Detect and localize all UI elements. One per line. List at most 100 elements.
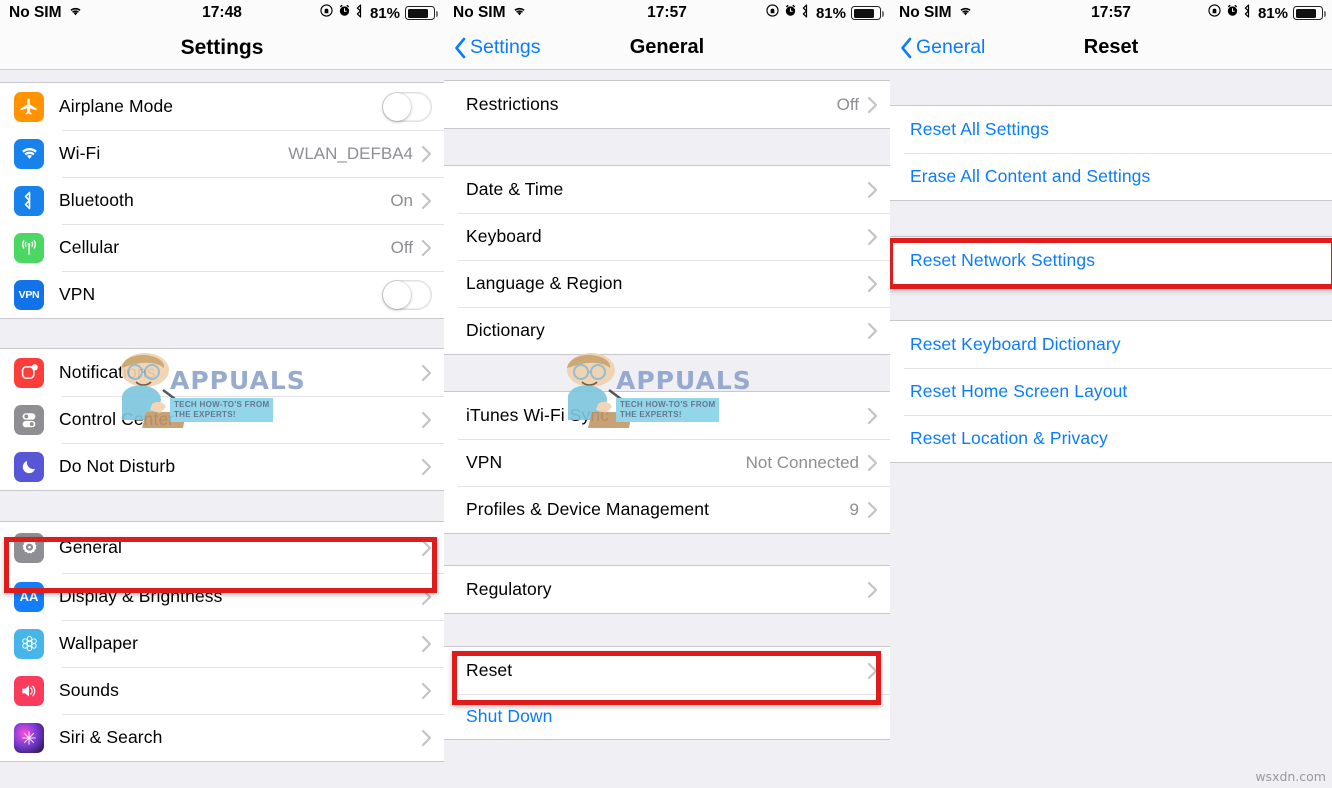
chevron-right-icon xyxy=(421,239,432,257)
back-button-label: General xyxy=(916,36,986,58)
moon-icon xyxy=(14,451,44,482)
row-label: Reset Location & Privacy xyxy=(910,428,1108,448)
alarm-clock-icon xyxy=(784,4,797,22)
battery-icon xyxy=(851,6,884,20)
row-label: Reset Keyboard Dictionary xyxy=(910,334,1121,354)
phone-screen-settings: No SIM 17:48 81% Settings Airplane Mode … xyxy=(0,0,444,788)
row-language-region[interactable]: Language & Region xyxy=(444,260,890,307)
row-notifications[interactable]: Notifications xyxy=(0,349,444,396)
reset-list[interactable]: Reset All Settings Erase All Content and… xyxy=(890,70,1332,788)
battery-percent-label: 81% xyxy=(1257,4,1288,22)
airplane-icon xyxy=(14,91,44,122)
row-reset-all-settings[interactable]: Reset All Settings xyxy=(890,106,1332,153)
chevron-right-icon xyxy=(421,539,432,557)
row-profiles-device-management[interactable]: Profiles & Device Management 9 xyxy=(444,486,890,533)
row-control-center[interactable]: Control Center xyxy=(0,396,444,443)
row-reset-keyboard-dictionary[interactable]: Reset Keyboard Dictionary xyxy=(890,321,1332,368)
row-reset-network-settings[interactable]: Reset Network Settings xyxy=(890,237,1332,284)
restrictions-state-value: Off xyxy=(836,94,859,114)
status-bar-left: No SIM xyxy=(453,4,527,22)
rotation-lock-icon xyxy=(766,4,779,22)
row-label: Sounds xyxy=(59,680,119,700)
row-do-not-disturb[interactable]: Do Not Disturb xyxy=(0,443,444,490)
row-dictionary[interactable]: Dictionary xyxy=(444,307,890,354)
row-label: Wi-Fi xyxy=(59,143,101,163)
row-label: iTunes Wi-Fi Sync xyxy=(466,405,610,425)
row-label: Reset xyxy=(466,660,513,680)
notifications-icon xyxy=(14,357,44,388)
general-list[interactable]: Restrictions Off Date & Time Keyboard La… xyxy=(444,70,890,788)
status-bar: No SIM 17:57 81% xyxy=(890,0,1332,26)
siri-icon xyxy=(14,722,44,753)
control-center-icon xyxy=(14,404,44,435)
row-keyboard[interactable]: Keyboard xyxy=(444,213,890,260)
site-watermark: wsxdn.com xyxy=(1255,769,1326,784)
row-regulatory[interactable]: Regulatory xyxy=(444,566,890,613)
row-label: Dictionary xyxy=(466,320,545,340)
settings-list[interactable]: Airplane Mode Wi-Fi WLAN_DEFBA4 Bluetoot… xyxy=(0,70,444,788)
reset-group-other: Reset Keyboard Dictionary Reset Home Scr… xyxy=(890,320,1332,463)
row-reset-home-screen-layout[interactable]: Reset Home Screen Layout xyxy=(890,368,1332,415)
chevron-right-icon xyxy=(421,145,432,163)
general-group-regulatory: Regulatory xyxy=(444,565,890,614)
row-siri-search[interactable]: Siri & Search xyxy=(0,714,444,761)
row-sounds[interactable]: Sounds xyxy=(0,667,444,714)
back-button-general[interactable]: General xyxy=(900,36,985,59)
row-restrictions[interactable]: Restrictions Off xyxy=(444,81,890,128)
reset-group-primary: Reset All Settings Erase All Content and… xyxy=(890,105,1332,201)
vpn-toggle[interactable] xyxy=(382,279,432,310)
chevron-right-icon xyxy=(421,588,432,606)
row-label: Keyboard xyxy=(466,226,542,246)
phone-screen-general: No SIM 17:57 81% Settings General Restri… xyxy=(444,0,890,788)
row-wifi[interactable]: Wi-Fi WLAN_DEFBA4 xyxy=(0,130,444,177)
settings-group-general: General AA Display & Brightness Wallpape… xyxy=(0,521,444,762)
row-label: Profiles & Device Management xyxy=(466,499,710,519)
row-date-time[interactable]: Date & Time xyxy=(444,166,890,213)
row-vpn[interactable]: VPN Not Connected xyxy=(444,439,890,486)
chevron-right-icon xyxy=(421,411,432,429)
reset-group-network: Reset Network Settings xyxy=(890,236,1332,285)
row-cellular[interactable]: Cellular Off xyxy=(0,224,444,271)
row-vpn[interactable]: VPN VPN xyxy=(0,271,444,318)
row-reset-location-privacy[interactable]: Reset Location & Privacy xyxy=(890,415,1332,462)
row-airplane-mode[interactable]: Airplane Mode xyxy=(0,83,444,130)
vpn-state-value: Not Connected xyxy=(745,452,859,472)
sidebar-item-label: General xyxy=(59,537,122,557)
row-label: Bluetooth xyxy=(59,190,134,210)
row-reset[interactable]: Reset xyxy=(444,647,890,694)
bluetooth-icon xyxy=(14,185,44,216)
general-group-sync: iTunes Wi-Fi Sync VPN Not Connected Prof… xyxy=(444,391,890,534)
carrier-label: No SIM xyxy=(453,4,506,21)
bluetooth-icon xyxy=(356,3,365,23)
settings-group-connectivity: Airplane Mode Wi-Fi WLAN_DEFBA4 Bluetoot… xyxy=(0,82,444,319)
row-wallpaper[interactable]: Wallpaper xyxy=(0,620,444,667)
cellular-state-value: Off xyxy=(390,237,413,257)
page-title: Settings xyxy=(180,35,264,59)
row-label: Regulatory xyxy=(466,579,552,599)
chevron-left-icon xyxy=(454,37,467,59)
chevron-right-icon xyxy=(867,228,878,246)
nav-bar: Settings General xyxy=(444,26,890,70)
status-bar-right: 81% xyxy=(766,3,884,23)
general-group-reset: Reset Shut Down xyxy=(444,646,890,740)
status-bar-left: No SIM xyxy=(9,4,83,22)
row-label: Language & Region xyxy=(466,273,623,293)
general-group-restrictions: Restrictions Off xyxy=(444,80,890,129)
gear-icon xyxy=(14,532,44,563)
settings-group-notifications: Notifications Control Center Do Not Dist… xyxy=(0,348,444,491)
chevron-right-icon xyxy=(421,729,432,747)
row-itunes-wifi-sync[interactable]: iTunes Wi-Fi Sync xyxy=(444,392,890,439)
chevron-right-icon xyxy=(867,581,878,599)
back-button-settings[interactable]: Settings xyxy=(454,36,540,59)
row-label: VPN xyxy=(59,284,96,304)
nav-bar: Settings xyxy=(0,26,444,70)
row-erase-all-content-and-settings[interactable]: Erase All Content and Settings xyxy=(890,153,1332,200)
battery-icon xyxy=(405,6,438,20)
row-shut-down[interactable]: Shut Down xyxy=(444,694,890,739)
airplane-mode-toggle[interactable] xyxy=(382,91,432,122)
row-display-brightness[interactable]: AA Display & Brightness xyxy=(0,573,444,620)
row-label: Control Center xyxy=(59,409,175,429)
row-label: Restrictions xyxy=(466,94,559,114)
row-bluetooth[interactable]: Bluetooth On xyxy=(0,177,444,224)
sidebar-item-general[interactable]: General xyxy=(0,522,444,573)
